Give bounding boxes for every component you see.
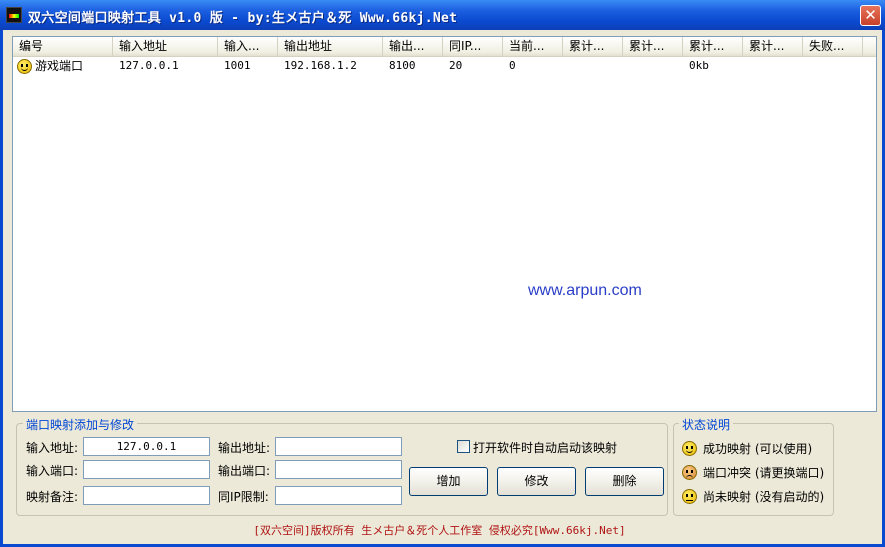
title-bar[interactable]: 双六空间端口映射工具 v1.0 版 - by:生メ古户＆死 Www.66kj.N… (0, 0, 885, 30)
add-button[interactable]: 增加 (409, 467, 488, 496)
smiley-success-icon (682, 441, 697, 456)
row-name: 游戏端口 (35, 59, 84, 73)
mapping-edit-group: 端口映射添加与修改 输入地址: 127.0.0.1 输入端口: 映射备注: 输出… (16, 416, 668, 516)
close-button[interactable]: ✕ (860, 5, 881, 26)
app-icon (6, 7, 22, 23)
output-address-label: 输出地址: (218, 441, 271, 455)
table-cell (743, 57, 803, 75)
column-header[interactable]: 输入地址 (113, 37, 218, 57)
group-legend: 端口映射添加与修改 (23, 416, 138, 433)
smiley-conflict-icon (682, 465, 697, 480)
column-header[interactable]: 累计... (743, 37, 803, 57)
input-address-field[interactable]: 127.0.0.1 (83, 437, 210, 456)
column-header[interactable]: 累计... (623, 37, 683, 57)
column-header[interactable]: 输出... (383, 37, 443, 57)
column-header[interactable]: 累计... (563, 37, 623, 57)
remark-field[interactable] (83, 486, 210, 505)
status-item-inactive: 尚未映射 (没有启动的) (682, 488, 824, 505)
table-cell: 0kb (689, 59, 709, 72)
status-label: 成功映射 (可以使用) (703, 442, 813, 456)
smiley-success-icon (17, 58, 32, 74)
column-header[interactable]: 输入... (218, 37, 278, 57)
input-port-field[interactable] (83, 460, 210, 479)
same-ip-limit-field[interactable] (275, 486, 402, 505)
autostart-checkbox[interactable] (457, 440, 470, 453)
table-cell (563, 57, 623, 75)
status-label: 尚未映射 (没有启动的) (703, 490, 825, 504)
modify-button[interactable]: 修改 (497, 467, 576, 496)
delete-button[interactable]: 删除 (585, 467, 664, 496)
table-cell: 8100 (389, 59, 416, 72)
status-label: 端口冲突 (请更换端口) (703, 466, 825, 480)
remark-label: 映射备注: (26, 490, 79, 504)
status-legend-group: 状态说明 成功映射 (可以使用) 端口冲突 (请更换端口) 尚未映射 (没有启动… (673, 416, 834, 516)
copyright-footer: [双六空间]版权所有 生メ古户＆死个人工作室 侵权必究[Www.66kj.Net… (253, 524, 626, 537)
watermark: www.arpun.com (528, 282, 642, 299)
table-row[interactable]: 游戏端口 127.0.0.1 1001 192.168.1.2 8100 20 … (13, 57, 876, 75)
input-port-label: 输入端口: (26, 464, 79, 478)
table-cell: 0 (509, 59, 516, 72)
table-cell: 192.168.1.2 (284, 59, 357, 72)
column-header[interactable]: 输出地址 (278, 37, 383, 57)
table-cell (623, 57, 683, 75)
list-header: 编号 输入地址 输入... 输出地址 输出... 同IP... 当前... 累计… (13, 37, 876, 57)
smiley-inactive-icon (682, 489, 697, 504)
table-cell: 127.0.0.1 (119, 59, 179, 72)
table-cell (803, 57, 863, 75)
column-header[interactable]: 累计... (683, 37, 743, 57)
table-cell: 20 (449, 59, 463, 72)
row-name-cell: 游戏端口 (13, 57, 113, 75)
mapping-list[interactable]: 编号 输入地址 输入... 输出地址 输出... 同IP... 当前... 累计… (12, 36, 877, 412)
output-address-field[interactable] (275, 437, 402, 456)
column-header[interactable]: 编号 (13, 37, 113, 57)
status-item-conflict: 端口冲突 (请更换端口) (682, 464, 824, 481)
column-header[interactable]: 失败... (803, 37, 863, 57)
output-port-label: 输出端口: (218, 464, 271, 478)
status-item-success: 成功映射 (可以使用) (682, 440, 812, 457)
column-header[interactable]: 当前... (503, 37, 563, 57)
window-title: 双六空间端口映射工具 v1.0 版 - by:生メ古户＆死 Www.66kj.N… (28, 11, 458, 26)
column-header[interactable]: 同IP... (443, 37, 503, 57)
same-ip-limit-label: 同IP限制: (218, 490, 269, 504)
output-port-field[interactable] (275, 460, 402, 479)
input-address-label: 输入地址: (26, 441, 79, 455)
group-legend: 状态说明 (679, 416, 734, 433)
table-cell: 1001 (224, 59, 251, 72)
autostart-label[interactable]: 打开软件时自动启动该映射 (473, 439, 617, 456)
